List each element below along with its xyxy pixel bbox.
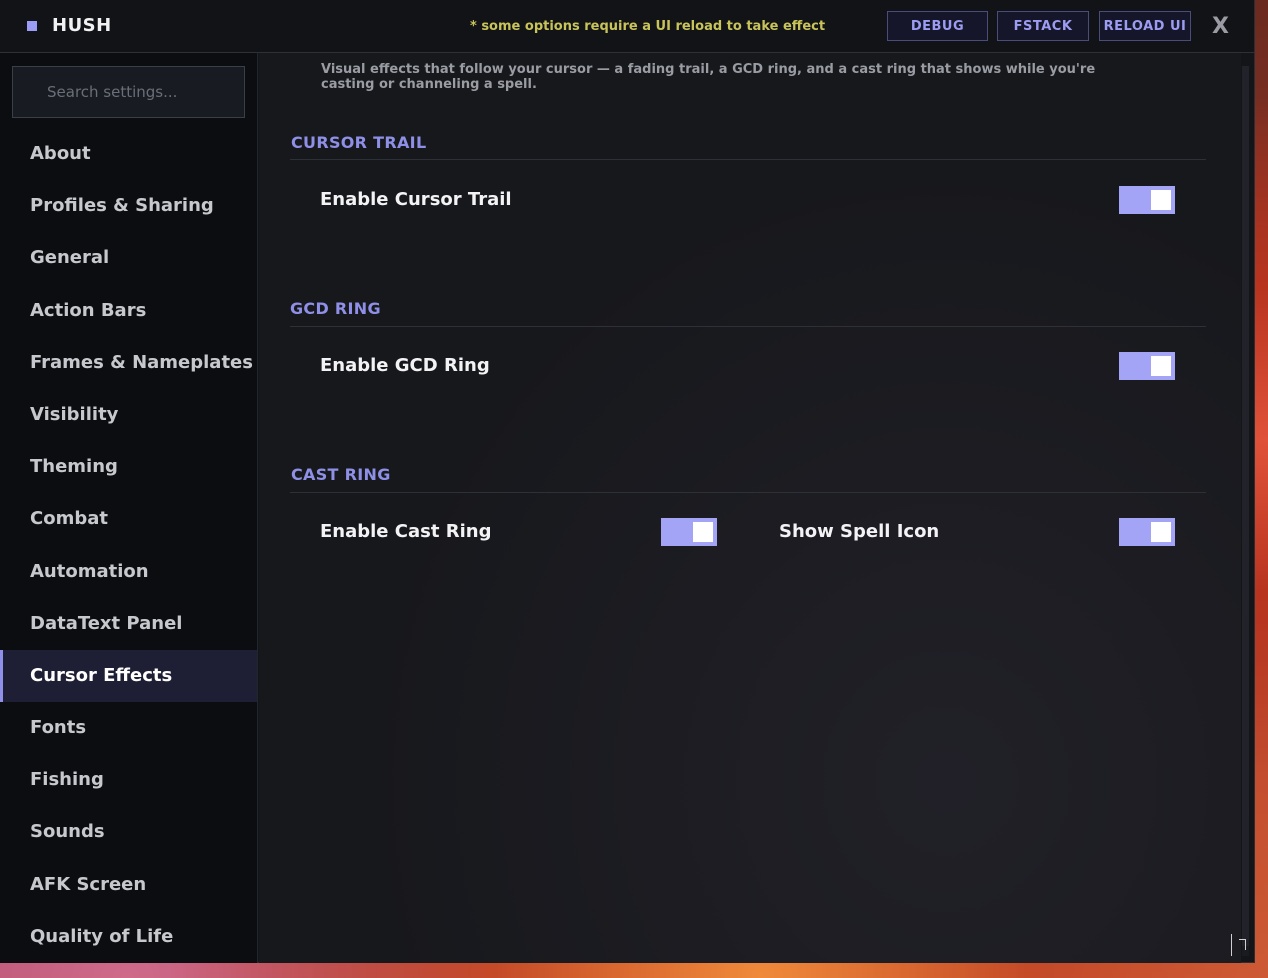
section-divider (290, 326, 1206, 327)
settings-window: HUSH * some options require a UI reload … (0, 0, 1255, 963)
app-title: HUSH (52, 15, 112, 36)
sidebar-item-frames-nameplates[interactable]: Frames & Nameplates (0, 337, 257, 389)
sidebar-item-visibility[interactable]: Visibility (0, 389, 257, 441)
sidebar-item-automation[interactable]: Automation (0, 546, 257, 598)
sidebar-item-action-bars[interactable]: Action Bars (0, 285, 257, 337)
toggle-knob (1151, 522, 1171, 542)
sidebar-item-general[interactable]: General (0, 232, 257, 284)
enable-cursor-trail-label: Enable Cursor Trail (320, 189, 512, 210)
page-description: Visual effects that follow your cursor —… (321, 62, 1096, 92)
sidebar-item-quality-of-life[interactable]: Quality of Life (0, 911, 257, 963)
enable-gcd-ring-toggle[interactable] (1119, 352, 1175, 380)
section-header-cursor-trail: CURSOR TRAIL (291, 133, 427, 152)
close-button[interactable]: X (1212, 14, 1229, 39)
fstack-button[interactable]: FSTACK (997, 11, 1089, 41)
title-bar: HUSH * some options require a UI reload … (0, 0, 1254, 53)
settings-content: Visual effects that follow your cursor —… (259, 53, 1241, 963)
sidebar-item-sounds[interactable]: Sounds (0, 806, 257, 858)
search-input[interactable] (12, 66, 245, 118)
sidebar-item-afk-screen[interactable]: AFK Screen (0, 859, 257, 911)
show-spell-icon-toggle[interactable] (1119, 518, 1175, 546)
reload-notice: * some options require a UI reload to ta… (470, 19, 826, 34)
toggle-knob (1151, 356, 1171, 376)
resize-grip-icon[interactable] (1231, 934, 1249, 956)
sidebar-item-fishing[interactable]: Fishing (0, 754, 257, 806)
content-scrollbar[interactable] (1242, 66, 1249, 956)
sidebar-item-cursor-effects[interactable]: Cursor Effects (0, 649, 257, 703)
show-spell-icon-label: Show Spell Icon (779, 521, 940, 542)
section-header-gcd-ring: GCD RING (290, 299, 381, 318)
sidebar-item-datatext-panel[interactable]: DataText Panel (0, 598, 257, 650)
sidebar-item-theming[interactable]: Theming (0, 441, 257, 493)
logo-square-icon (27, 21, 37, 31)
toggle-knob (693, 522, 713, 542)
enable-cursor-trail-toggle[interactable] (1119, 186, 1175, 214)
sidebar-item-fonts[interactable]: Fonts (0, 702, 257, 754)
debug-button[interactable]: DEBUG (887, 11, 988, 41)
sidebar-item-about[interactable]: About (0, 128, 257, 180)
sidebar: About Profiles & Sharing General Action … (0, 53, 258, 963)
section-divider (290, 492, 1206, 493)
sidebar-item-profiles-sharing[interactable]: Profiles & Sharing (0, 180, 257, 232)
enable-cast-ring-toggle[interactable] (661, 518, 717, 546)
enable-cast-ring-label: Enable Cast Ring (320, 521, 492, 542)
section-header-cast-ring: CAST RING (291, 465, 391, 484)
toggle-knob (1151, 190, 1171, 210)
sidebar-nav: About Profiles & Sharing General Action … (0, 128, 257, 963)
sidebar-item-combat[interactable]: Combat (0, 493, 257, 545)
reload-ui-button[interactable]: RELOAD UI (1099, 11, 1191, 41)
enable-gcd-ring-label: Enable GCD Ring (320, 355, 490, 376)
scrollbar-thumb[interactable] (1242, 66, 1249, 946)
section-divider (290, 159, 1206, 160)
